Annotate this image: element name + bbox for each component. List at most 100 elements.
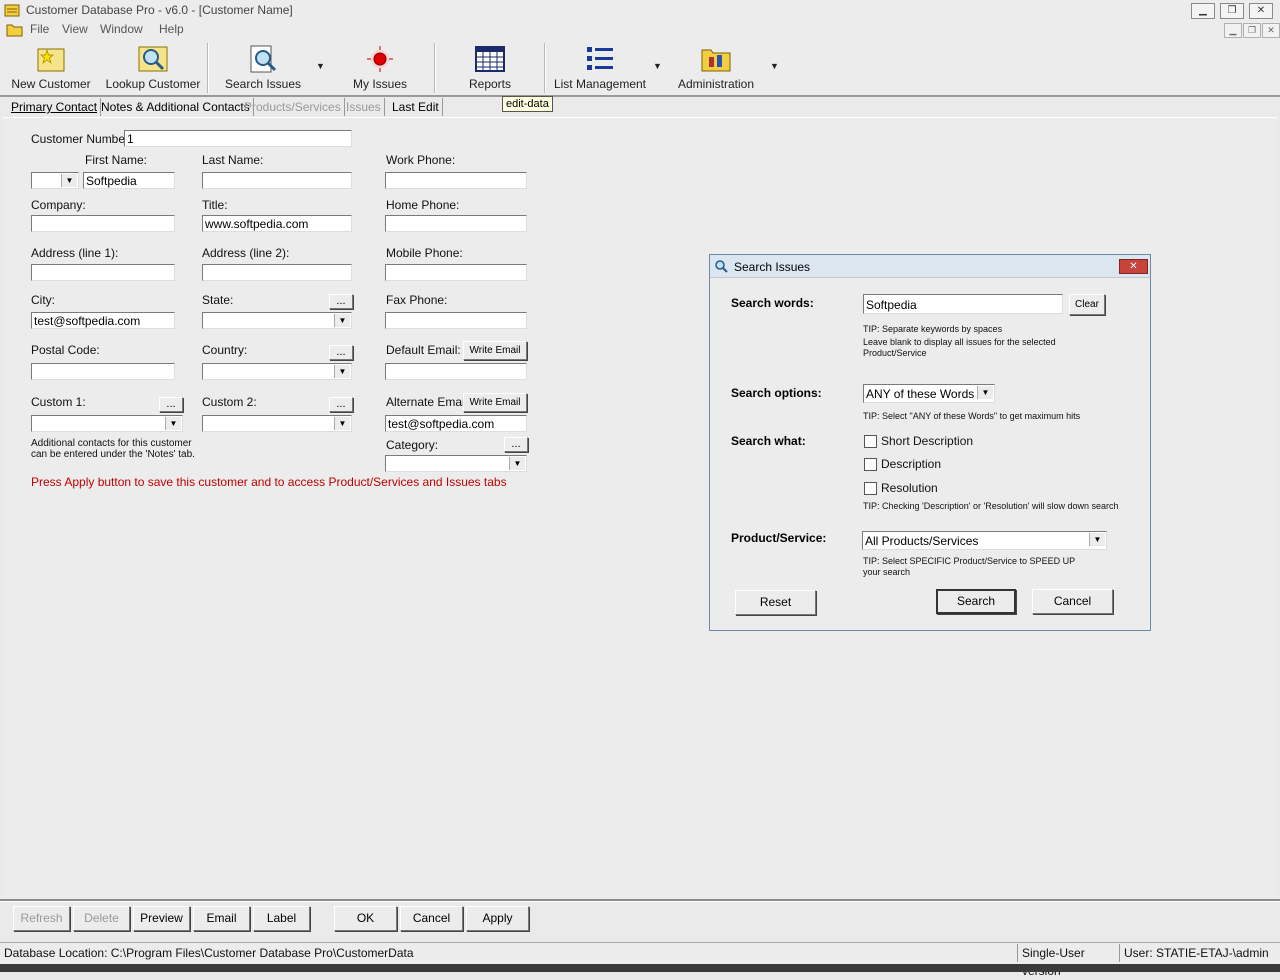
resolution-checkbox[interactable] [864, 482, 877, 495]
city-field[interactable]: test@softpedia.com [31, 312, 175, 329]
write-alternate-email-button[interactable]: Write Email [463, 393, 527, 412]
toolbar-separator [544, 43, 546, 93]
search-issues-button[interactable]: Search Issues [222, 39, 304, 93]
chevron-down-icon: ▼ [334, 314, 350, 327]
lookup-customer-button[interactable]: Lookup Customer [102, 39, 204, 93]
reset-button[interactable]: Reset [735, 590, 816, 615]
tip-words-3: Product/Service [863, 348, 927, 358]
work-phone-field[interactable] [385, 172, 527, 189]
search-words-label: Search words: [731, 296, 814, 310]
custom2-browse-button[interactable]: ... [329, 397, 353, 412]
magnifier-icon [715, 260, 728, 273]
mdi-minimize-button[interactable]: ▁ [1224, 23, 1242, 38]
salutation-select[interactable]: ▼ [31, 172, 79, 189]
refresh-button[interactable]: Refresh [13, 906, 70, 931]
mobile-phone-field[interactable] [385, 264, 527, 281]
custom1-select[interactable]: ▼ [31, 415, 183, 432]
category-browse-button[interactable]: ... [504, 437, 528, 452]
search-options-value: ANY of these Words [866, 387, 975, 401]
toolbar-separator [434, 43, 436, 93]
folder-icon [6, 24, 23, 37]
bottom-divider [0, 899, 1280, 902]
category-select[interactable]: ▼ [385, 455, 527, 472]
list-management-dropdown[interactable]: ▼ [653, 61, 662, 71]
customer-number-field[interactable]: 1 [124, 130, 352, 147]
dialog-title: Search Issues [734, 260, 811, 274]
product-service-select[interactable]: All Products/Services ▼ [862, 531, 1107, 550]
admin-folder-icon [701, 49, 731, 72]
cancel-button[interactable]: Cancel [400, 906, 463, 931]
alternate-email-field[interactable]: test@softpedia.com [385, 415, 527, 432]
delete-button[interactable]: Delete [73, 906, 130, 931]
custom2-select[interactable]: ▼ [202, 415, 352, 432]
short-description-checkbox[interactable] [864, 435, 877, 448]
menu-window[interactable]: Window [100, 22, 143, 36]
search-options-select[interactable]: ANY of these Words ▼ [863, 384, 995, 403]
administration-label: Administration [677, 77, 755, 91]
city-label: City: [31, 293, 55, 307]
search-issues-label: Search Issues [224, 77, 302, 91]
state-select[interactable]: ▼ [202, 312, 352, 329]
tab-products-services[interactable]: Products/Services [241, 98, 345, 116]
chevron-down-icon: ▼ [509, 457, 525, 470]
my-issues-button[interactable]: My Issues [348, 39, 412, 93]
tooltip: edit-data [502, 96, 553, 112]
dialog-close-button[interactable]: ✕ [1119, 259, 1148, 274]
tab-last-edit[interactable]: Last Edit [389, 98, 443, 116]
custom1-browse-button[interactable]: ... [159, 397, 183, 412]
search-button[interactable]: Search [936, 589, 1016, 614]
red-light-icon [367, 46, 393, 72]
apply-button[interactable]: Apply [466, 906, 529, 931]
minimize-button[interactable]: ▁ [1191, 3, 1215, 19]
chevron-down-icon: ▼ [334, 417, 350, 430]
close-button[interactable]: ✕ [1249, 3, 1273, 19]
user-status: User: STATIE-ETAJ-\admin [1119, 944, 1274, 962]
mdi-restore-button[interactable]: ❐ [1243, 23, 1261, 38]
ok-button[interactable]: OK [334, 906, 397, 931]
last-name-field[interactable] [202, 172, 352, 189]
first-name-field[interactable]: Softpedia [83, 172, 175, 189]
country-select[interactable]: ▼ [202, 363, 352, 380]
tab-issues[interactable]: Issues [343, 98, 385, 116]
list-management-label: List Management [553, 77, 647, 91]
tip-options: TIP: Select "ANY of these Words" to get … [863, 411, 1081, 421]
tab-notes-additional-contacts[interactable]: Notes & Additional Contacts [98, 98, 254, 116]
country-label: Country: [202, 343, 248, 357]
mdi-close-button[interactable]: ✕ [1262, 23, 1280, 38]
new-customer-icon [37, 48, 65, 72]
email-button[interactable]: Email [193, 906, 250, 931]
title-field[interactable]: www.softpedia.com [202, 215, 352, 232]
search-words-field[interactable]: Softpedia [863, 294, 1063, 314]
description-checkbox[interactable] [864, 458, 877, 471]
home-phone-field[interactable] [385, 215, 527, 232]
fax-phone-field[interactable] [385, 312, 527, 329]
tab-primary-contact[interactable]: Primary Contact [8, 98, 102, 116]
administration-dropdown[interactable]: ▼ [770, 61, 779, 71]
mobile-phone-label: Mobile Phone: [386, 246, 463, 260]
menu-file[interactable]: File [30, 22, 49, 36]
address1-field[interactable] [31, 264, 175, 281]
new-customer-button[interactable]: New Customer [6, 39, 96, 93]
state-browse-button[interactable]: ... [329, 294, 353, 309]
country-browse-button[interactable]: ... [329, 345, 353, 360]
maximize-button[interactable]: ❐ [1220, 3, 1244, 19]
postal-code-field[interactable] [31, 363, 175, 380]
custom2-label: Custom 2: [202, 395, 257, 409]
administration-button[interactable]: Administration [672, 39, 760, 93]
default-email-field[interactable] [385, 363, 527, 380]
clear-button[interactable]: Clear [1069, 294, 1105, 315]
menu-help[interactable]: Help [159, 22, 184, 36]
address2-field[interactable] [202, 264, 352, 281]
label-button[interactable]: Label [253, 906, 310, 931]
dialog-cancel-button[interactable]: Cancel [1032, 589, 1113, 614]
description-label: Description [881, 457, 942, 471]
write-email-button[interactable]: Write Email [463, 341, 527, 360]
list-management-button[interactable]: List Management [550, 39, 650, 93]
company-field[interactable] [31, 215, 175, 232]
search-issues-dropdown[interactable]: ▼ [316, 61, 325, 71]
reports-button[interactable]: Reports [460, 39, 520, 93]
preview-button[interactable]: Preview [133, 906, 190, 931]
resolution-label: Resolution [881, 481, 938, 495]
custom1-label: Custom 1: [31, 395, 86, 409]
menu-view[interactable]: View [62, 22, 88, 36]
